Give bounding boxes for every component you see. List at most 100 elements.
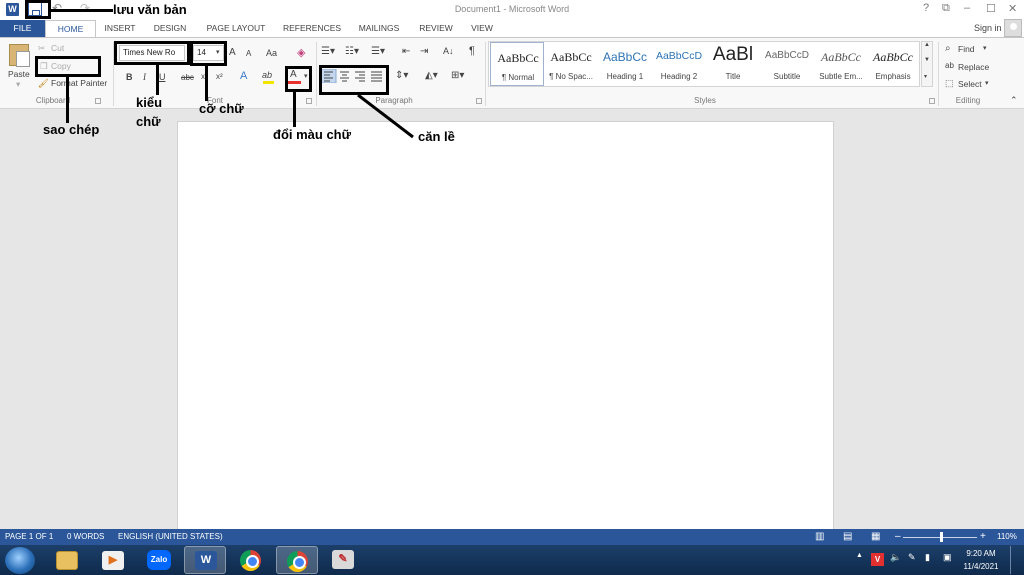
superscript-button[interactable]: x²	[216, 72, 223, 81]
clock-time[interactable]: 9:20 AM	[958, 549, 1004, 558]
clock-date[interactable]: 11/4/2021	[958, 562, 1004, 571]
print-layout-icon[interactable]: ▤	[843, 529, 852, 545]
zoom-out-button[interactable]: –	[895, 529, 901, 545]
scroll-down-icon[interactable]: ▼	[924, 57, 930, 63]
bold-button[interactable]: B	[126, 72, 133, 82]
close-button[interactable]: ✕	[1008, 2, 1017, 15]
style-heading-1[interactable]: AaBbCc Heading 1	[598, 42, 652, 86]
line-spacing-icon[interactable]: ⇕▾	[395, 70, 408, 81]
tab-design[interactable]: DESIGN	[146, 20, 194, 37]
borders-icon[interactable]: ⊞▾	[451, 70, 464, 81]
taskbar-file-explorer[interactable]	[46, 546, 88, 574]
style-emphasis[interactable]: AaBbCc Emphasis	[866, 42, 920, 86]
clear-formatting-icon[interactable]: ◈	[297, 46, 305, 59]
avatar[interactable]	[1004, 19, 1022, 37]
select-button[interactable]: Select	[958, 79, 982, 89]
bullets-icon[interactable]: ☰▾	[321, 46, 335, 57]
page-count[interactable]: PAGE 1 OF 1	[5, 529, 53, 545]
paste-icon[interactable]	[9, 44, 30, 67]
style-no-spacing[interactable]: AaBbCc ¶ No Spac...	[544, 42, 598, 86]
collapse-ribbon-icon[interactable]: ⌃	[1010, 95, 1018, 106]
word-count[interactable]: 0 WORDS	[67, 529, 104, 545]
find-dropdown-icon[interactable]: ▾	[983, 44, 987, 52]
language-indicator[interactable]: ENGLISH (UNITED STATES)	[118, 529, 223, 545]
style-preview: AaBbCcD	[655, 50, 703, 62]
language-tray-icon[interactable]: ✎	[908, 552, 916, 563]
tab-page-layout[interactable]: PAGE LAYOUT	[200, 20, 272, 37]
shrink-font-button[interactable]: A	[246, 49, 251, 58]
paste-dropdown-icon[interactable]: ▾	[16, 79, 20, 90]
document-page[interactable]	[177, 121, 834, 541]
style-preview: AaBbCc	[821, 50, 861, 64]
zoom-in-button[interactable]: +	[980, 529, 986, 545]
taskbar-zalo[interactable]: Zalo	[138, 546, 180, 574]
style-heading-2[interactable]: AaBbCcD Heading 2	[652, 42, 706, 86]
web-layout-icon[interactable]: ▦	[871, 529, 880, 545]
cut-button[interactable]: Cut	[51, 43, 64, 53]
tab-view[interactable]: VIEW	[464, 20, 500, 37]
show-formatting-button[interactable]: ¶	[469, 45, 475, 57]
select-dropdown-icon[interactable]: ▾	[985, 79, 989, 87]
tab-insert[interactable]: INSERT	[98, 20, 142, 37]
zoom-slider-thumb[interactable]	[940, 532, 943, 542]
style-title[interactable]: AaBl Title	[706, 42, 760, 86]
multilevel-list-icon[interactable]: ☰▾	[371, 46, 385, 57]
action-center-icon[interactable]: ▣	[943, 552, 952, 563]
tab-mailings[interactable]: MAILINGS	[352, 20, 406, 37]
ribbon-display-options-icon[interactable]: ⧉	[942, 2, 950, 15]
taskbar-chrome-1[interactable]	[230, 546, 272, 574]
more-styles-icon[interactable]: ▾	[924, 73, 927, 80]
increase-indent-icon[interactable]: ⇥	[420, 46, 428, 57]
start-button[interactable]	[5, 547, 35, 574]
help-icon[interactable]: ?	[923, 2, 929, 14]
sign-in-link[interactable]: Sign in	[974, 23, 1002, 33]
minimize-button[interactable]: –	[964, 2, 970, 14]
style-subtle-emphasis[interactable]: AaBbCc Subtle Em...	[814, 42, 868, 86]
annotation-line-font-face	[156, 65, 159, 95]
change-case-button[interactable]: Aa	[266, 48, 277, 58]
grow-font-button[interactable]: A	[229, 47, 236, 58]
replace-button[interactable]: Replace	[958, 62, 989, 72]
network-icon[interactable]: ▮	[925, 552, 930, 563]
style-normal[interactable]: AaBbCc ¶ Normal	[490, 42, 544, 86]
show-hidden-icons[interactable]: ▲	[856, 552, 863, 559]
volume-icon[interactable]: 🔈	[890, 552, 901, 563]
strikethrough-button[interactable]: abc	[181, 73, 194, 82]
numbering-icon[interactable]: ☷▾	[345, 46, 359, 57]
tab-references[interactable]: REFERENCES	[280, 20, 344, 37]
paste-button-label[interactable]: Paste	[8, 69, 30, 79]
font-dialog-launcher-icon[interactable]	[306, 98, 312, 104]
find-button[interactable]: Find	[958, 44, 975, 54]
style-preview: AaBbCc	[873, 50, 913, 64]
styles-dialog-launcher-icon[interactable]	[929, 98, 935, 104]
divider	[316, 42, 317, 106]
sort-button[interactable]: A↓	[443, 46, 454, 56]
antivirus-tray-icon[interactable]: V	[871, 553, 884, 566]
styles-gallery-scrollbar[interactable]: ▲ ▼ ▾	[921, 41, 933, 87]
text-effects-button[interactable]: A	[240, 70, 247, 82]
taskbar-media-player[interactable]: ▶	[92, 546, 134, 574]
taskbar-paint[interactable]: ✎	[322, 546, 364, 574]
tab-home[interactable]: HOME	[45, 20, 96, 37]
shading-icon[interactable]: ◭▾	[425, 70, 438, 81]
format-painter-button[interactable]: Format Painter	[51, 78, 107, 88]
chrome-icon	[240, 550, 261, 571]
tab-review[interactable]: REVIEW	[414, 20, 458, 37]
read-mode-icon[interactable]: ▥	[815, 529, 824, 545]
divider	[485, 42, 486, 106]
decrease-indent-icon[interactable]: ⇤	[402, 46, 410, 57]
highlight-button[interactable]: ab	[262, 70, 272, 80]
style-subtitle[interactable]: AaBbCcD Subtitle	[760, 42, 814, 86]
paragraph-dialog-launcher-icon[interactable]	[476, 98, 482, 104]
underline-button[interactable]: U	[159, 72, 166, 82]
show-desktop-button[interactable]	[1010, 546, 1022, 574]
zoom-level[interactable]: 110%	[997, 529, 1017, 545]
taskbar-chrome-2[interactable]	[276, 546, 318, 574]
tab-file[interactable]: FILE	[0, 20, 45, 37]
clipboard-dialog-launcher-icon[interactable]	[95, 98, 101, 104]
scroll-up-icon[interactable]: ▲	[924, 42, 930, 48]
italic-button[interactable]: I	[143, 72, 146, 82]
maximize-button[interactable]: ☐	[986, 2, 996, 15]
taskbar-word[interactable]: W	[184, 546, 226, 574]
zalo-icon: Zalo	[147, 550, 171, 570]
